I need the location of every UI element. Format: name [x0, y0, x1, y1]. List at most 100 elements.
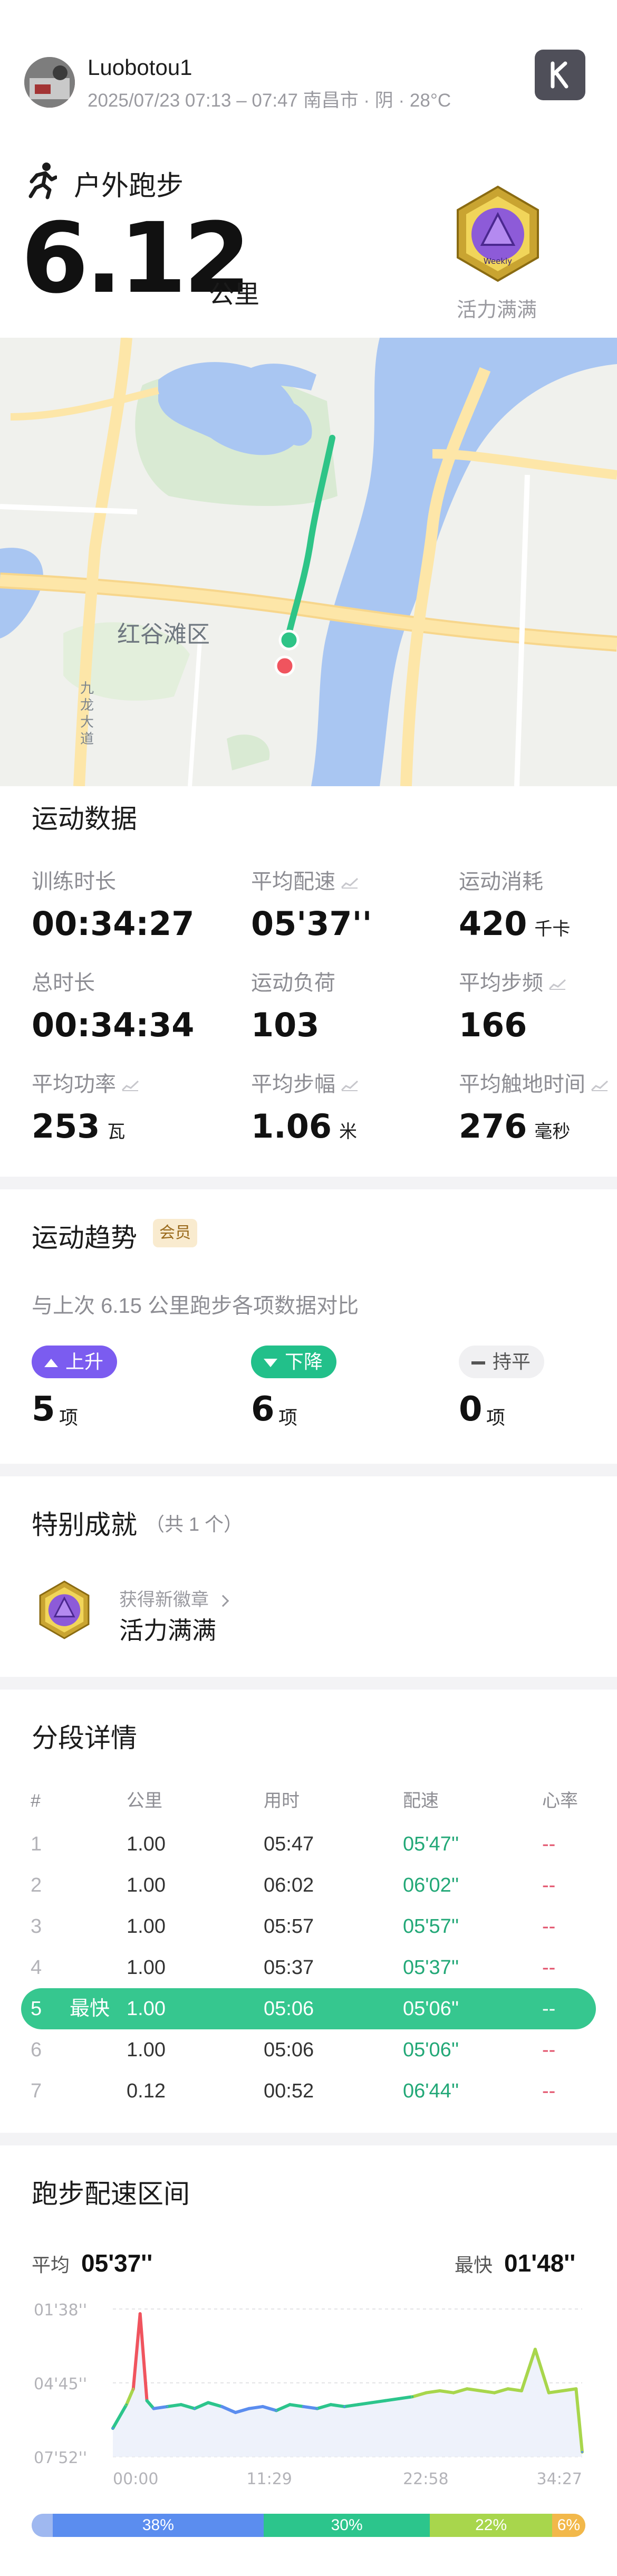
split-index: 5 — [31, 1998, 42, 2020]
pace-line-segment — [166, 2403, 183, 2408]
distribution-segment[interactable]: 38% — [53, 2514, 264, 2537]
split-hr: -- — [542, 1833, 556, 1855]
avatar[interactable] — [24, 57, 75, 108]
split-hr: -- — [542, 1874, 556, 1896]
pace-point — [547, 2391, 550, 2394]
stat-value-row: 00:34:27 — [32, 904, 194, 943]
split-km: 0.12 — [127, 2080, 166, 2102]
route-map[interactable]: 红谷滩区 九龙大道 — [0, 338, 617, 786]
table-row[interactable]: 2 1.00 06:02 06'02'' -- — [21, 1865, 596, 1906]
pace-line-segment — [288, 2403, 305, 2408]
pace-line-segment — [370, 2399, 387, 2405]
pace-line-segment — [247, 2405, 265, 2410]
splits-header: # 公里 用时 配速 心率 — [21, 1780, 596, 1821]
distance-unit: 公里 — [209, 281, 260, 309]
stat-cell: 运动负荷 103 — [251, 966, 335, 1044]
dash-icon — [471, 1361, 485, 1365]
activity-type: 户外跑步 — [74, 171, 184, 202]
pace-point — [384, 2399, 387, 2402]
pace-point — [575, 2388, 577, 2390]
stat-label: 运动负荷 — [251, 966, 335, 996]
username[interactable]: Luobotou1 — [88, 55, 192, 80]
split-hr: -- — [542, 2080, 556, 2102]
table-row[interactable]: 3 1.00 05:57 05'57'' -- — [21, 1906, 596, 1947]
table-row[interactable]: 1 1.00 05:47 05'47'' -- — [21, 1824, 596, 1865]
achievement-hint[interactable]: 获得新徽章 — [119, 1585, 229, 1611]
pace-line-segment — [438, 2389, 455, 2394]
pace-point — [370, 2401, 373, 2404]
trend-chart-icon — [591, 1081, 609, 1092]
stat-label-text: 平均步幅 — [251, 1073, 335, 1096]
pace-line-segment — [343, 2403, 360, 2408]
split-km: 1.00 — [127, 1874, 166, 1896]
split-pace: 05'57'' — [403, 1915, 459, 1938]
pace-point — [112, 2427, 114, 2430]
svg-text:Weekly: Weekly — [484, 256, 512, 266]
member-badge: 会员 — [153, 1219, 197, 1247]
splits-card: 分段详情 # 公里 用时 配速 心率 1 1.00 05:47 05'47'' -- 2 1… — [0, 1690, 617, 2133]
pace-point — [357, 2403, 360, 2406]
pace-line-segment — [479, 2389, 496, 2394]
trend-chart-icon — [341, 878, 359, 889]
table-row[interactable]: 6 1.00 05:06 05'06'' -- — [21, 2029, 596, 2071]
chevron-right-icon — [217, 1595, 229, 1607]
trend-up-pill[interactable]: 上升 — [32, 1346, 118, 1378]
stat-cell: 运动消耗 420 千卡 — [459, 864, 570, 943]
fastest-label: 最快 — [70, 1998, 110, 2020]
map-label-road: 九龙大道 — [80, 680, 94, 747]
vitality-badge-icon[interactable]: Weekly — [452, 185, 543, 283]
pace-distribution-bar[interactable]: 38% 30% 22% 6% — [32, 2514, 585, 2537]
stat-value: 05'37'' — [251, 904, 372, 943]
split-pace: 06'44'' — [403, 2080, 459, 2102]
pace-line-chart[interactable]: 01'38'' 04'45'' 07'52'' 00:00 11:29 22:58 34:2… — [0, 2298, 617, 2494]
split-pace: 06'02'' — [403, 1874, 459, 1896]
trend-down-pill[interactable]: 下降 — [251, 1346, 337, 1378]
col-header-hr: 心率 — [542, 1791, 578, 1811]
stat-cell[interactable]: 平均触地时间 276 毫秒 — [459, 1067, 609, 1146]
achievement-card: 特别成就 （共 1 个） 获得新徽章 活力满满 — [0, 1476, 617, 1677]
stat-value: 420 — [459, 904, 527, 943]
table-row[interactable]: 7 0.12 00:52 06'44'' -- — [21, 2071, 596, 2112]
split-time: 05:06 — [264, 1998, 314, 2020]
stat-value: 253 — [32, 1107, 100, 1146]
y-tick-label: 01'38'' — [34, 2301, 87, 2320]
pace-point — [152, 2407, 155, 2410]
trend-up-label: 上升 — [65, 1351, 104, 1372]
table-row[interactable]: 4 1.00 05:37 05'37'' -- — [21, 1947, 596, 1988]
pace-line-segment — [302, 2405, 319, 2410]
distribution-segment[interactable]: 30% — [263, 2514, 430, 2537]
table-row-fastest[interactable]: 5 最快 1.00 05:06 05'06'' -- — [21, 1988, 596, 2029]
triangle-up-icon — [44, 1359, 58, 1368]
trend-card: 运动趋势 会员 与上次 6.15 公里跑步各项数据对比 上升 下降 持平 5 项… — [0, 1189, 617, 1464]
stat-label: 训练时长 — [32, 864, 194, 895]
stat-cell[interactable]: 平均配速 05'37'' — [251, 864, 372, 943]
split-index: 7 — [31, 2080, 42, 2102]
split-index: 2 — [31, 1874, 42, 1896]
stat-cell[interactable]: 平均步频 166 — [459, 966, 566, 1044]
distribution-segment[interactable]: 22% — [430, 2514, 552, 2537]
stat-cell[interactable]: 平均功率 253 瓦 — [32, 1067, 139, 1146]
keep-app-button[interactable] — [535, 50, 585, 100]
badge-thumbnail-icon[interactable] — [37, 1580, 92, 1640]
pace-point — [132, 2388, 134, 2390]
stat-value: 1.06 — [251, 1107, 332, 1146]
pace-point — [479, 2389, 482, 2392]
pace-point — [581, 2451, 583, 2454]
col-header-time: 用时 — [264, 1791, 300, 1811]
stat-cell[interactable]: 平均步幅 1.06 米 — [251, 1067, 359, 1146]
split-km: 1.00 — [127, 1833, 166, 1855]
pace-point — [466, 2388, 468, 2390]
pace-point — [439, 2389, 441, 2392]
stat-value-row: 166 — [459, 1006, 566, 1044]
pace-point — [139, 2312, 141, 2315]
trend-flat-pill[interactable]: 持平 — [459, 1346, 545, 1378]
pace-area — [113, 2313, 582, 2457]
badge-label: 活力满满 — [457, 299, 537, 321]
distribution-segment[interactable]: 6% — [552, 2514, 585, 2537]
split-index: 6 — [31, 2039, 42, 2061]
stat-label: 平均功率 — [32, 1067, 139, 1098]
split-hr: -- — [542, 1957, 556, 1979]
pace-point — [262, 2405, 264, 2408]
section-title-pace: 跑步配速区间 — [32, 2179, 190, 2209]
stat-label-text: 平均步频 — [459, 971, 543, 995]
